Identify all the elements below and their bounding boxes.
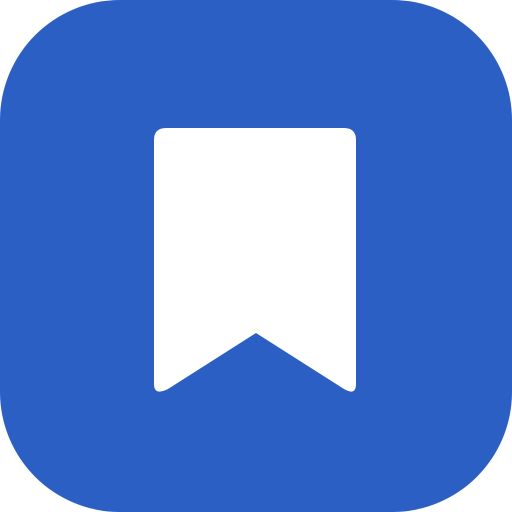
app-icon xyxy=(0,0,512,512)
app-icon-svg xyxy=(0,0,512,512)
